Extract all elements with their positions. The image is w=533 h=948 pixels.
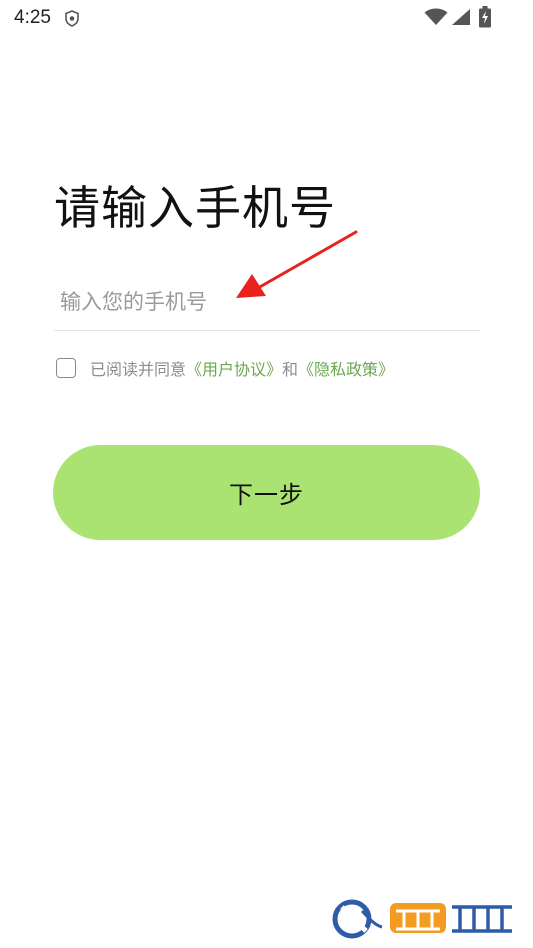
privacy-policy-link[interactable]: 《隐私政策》 [298,356,394,380]
wifi-icon [424,8,448,25]
next-button-label: 下一步 [229,482,304,509]
red-arrow-icon [236,230,358,298]
status-time: 4:25 [14,7,51,28]
agree-checkbox[interactable] [56,358,76,378]
next-button[interactable]: 下一步 [53,445,480,540]
agreement-prefix: 已阅读并同意 [90,360,187,379]
user-agreement-link[interactable]: 《用户协议》 [186,356,282,380]
shield-icon [65,10,79,27]
agreement-conjunction: 和 [282,360,299,379]
status-bar: 4:25 [0,0,533,36]
battery-charging-icon [479,6,491,28]
signal-icon [452,9,470,25]
agreement-row: 已阅读并同意 《用户协议》 和 《隐私政策》 [56,355,394,381]
watermark-logo [332,899,512,939]
